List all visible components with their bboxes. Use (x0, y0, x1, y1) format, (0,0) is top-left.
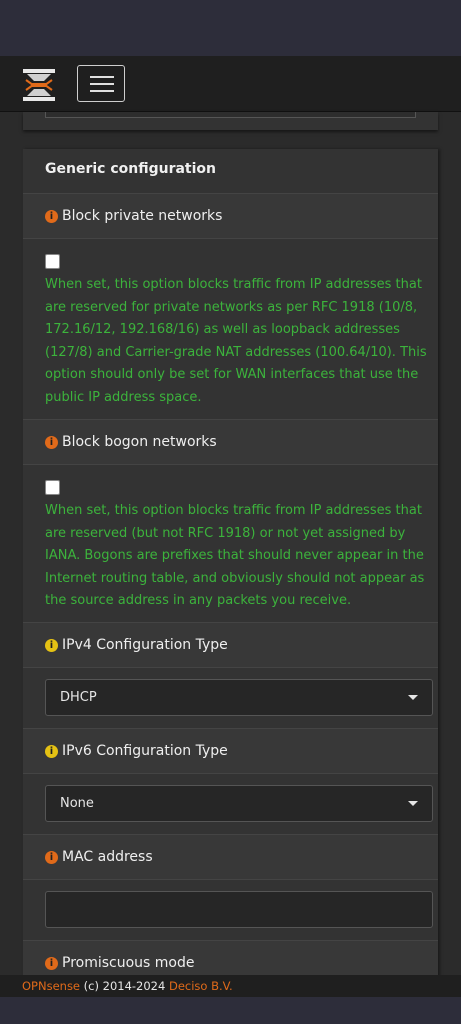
ipv4-type-select[interactable]: DHCP (45, 679, 433, 716)
panel-title: Generic configuration (45, 161, 217, 177)
page-footer: OPNsense (c) 2014-2024 Deciso B.V. (0, 975, 461, 997)
info-icon[interactable]: i (45, 639, 58, 652)
block-bogon-body: When set, this option blocks traffic fro… (23, 465, 438, 623)
block-private-row: i Block private networks (23, 193, 438, 239)
promiscuous-row: i Promiscuous mode (23, 940, 438, 979)
mac-address-label[interactable]: MAC address (62, 849, 153, 865)
block-private-help: When set, this option blocks traffic fro… (45, 277, 427, 405)
mac-address-body (23, 880, 438, 940)
mac-address-row: i MAC address (23, 834, 438, 880)
generic-configuration-panel: Generic configuration i Block private ne… (23, 149, 438, 979)
ipv4-type-row: i IPv4 Configuration Type (23, 622, 438, 668)
ipv6-type-select[interactable]: None (45, 785, 433, 822)
ipv6-type-row: i IPv6 Configuration Type (23, 728, 438, 774)
hamburger-menu-icon[interactable] (77, 65, 125, 102)
info-icon[interactable]: i (45, 851, 58, 864)
block-bogon-help: When set, this option blocks traffic fro… (45, 503, 425, 608)
system-navigation-bar (0, 997, 461, 1024)
ipv4-type-label[interactable]: IPv4 Configuration Type (62, 637, 228, 653)
block-bogon-checkbox[interactable] (45, 480, 60, 495)
block-private-body: When set, this option blocks traffic fro… (23, 239, 438, 419)
ipv4-type-body: DHCP (23, 668, 438, 728)
caret-down-icon (408, 801, 418, 806)
top-navbar (0, 56, 461, 112)
block-private-label[interactable]: Block private networks (62, 208, 222, 224)
ipv6-type-body: None (23, 774, 438, 834)
mac-address-input[interactable] (45, 891, 433, 928)
footer-copyright: (c) 2014-2024 (83, 979, 166, 993)
block-bogon-label[interactable]: Block bogon networks (62, 434, 217, 450)
info-icon[interactable]: i (45, 210, 58, 223)
footer-company-link[interactable]: Deciso B.V. (169, 979, 233, 993)
previous-panel-bottom (23, 112, 438, 130)
ipv4-type-value: DHCP (60, 690, 97, 705)
footer-brand-link[interactable]: OPNsense (22, 979, 80, 993)
block-bogon-row: i Block bogon networks (23, 419, 438, 465)
ipv6-type-label[interactable]: IPv6 Configuration Type (62, 743, 228, 759)
info-icon[interactable]: i (45, 957, 58, 970)
ipv6-type-value: None (60, 796, 94, 811)
info-icon[interactable]: i (45, 745, 58, 758)
block-private-checkbox[interactable] (45, 254, 60, 269)
system-status-bar (0, 0, 461, 56)
promiscuous-label[interactable]: Promiscuous mode (62, 955, 195, 971)
opnsense-logo-icon[interactable] (22, 68, 56, 102)
info-icon[interactable]: i (45, 436, 58, 449)
caret-down-icon (408, 695, 418, 700)
